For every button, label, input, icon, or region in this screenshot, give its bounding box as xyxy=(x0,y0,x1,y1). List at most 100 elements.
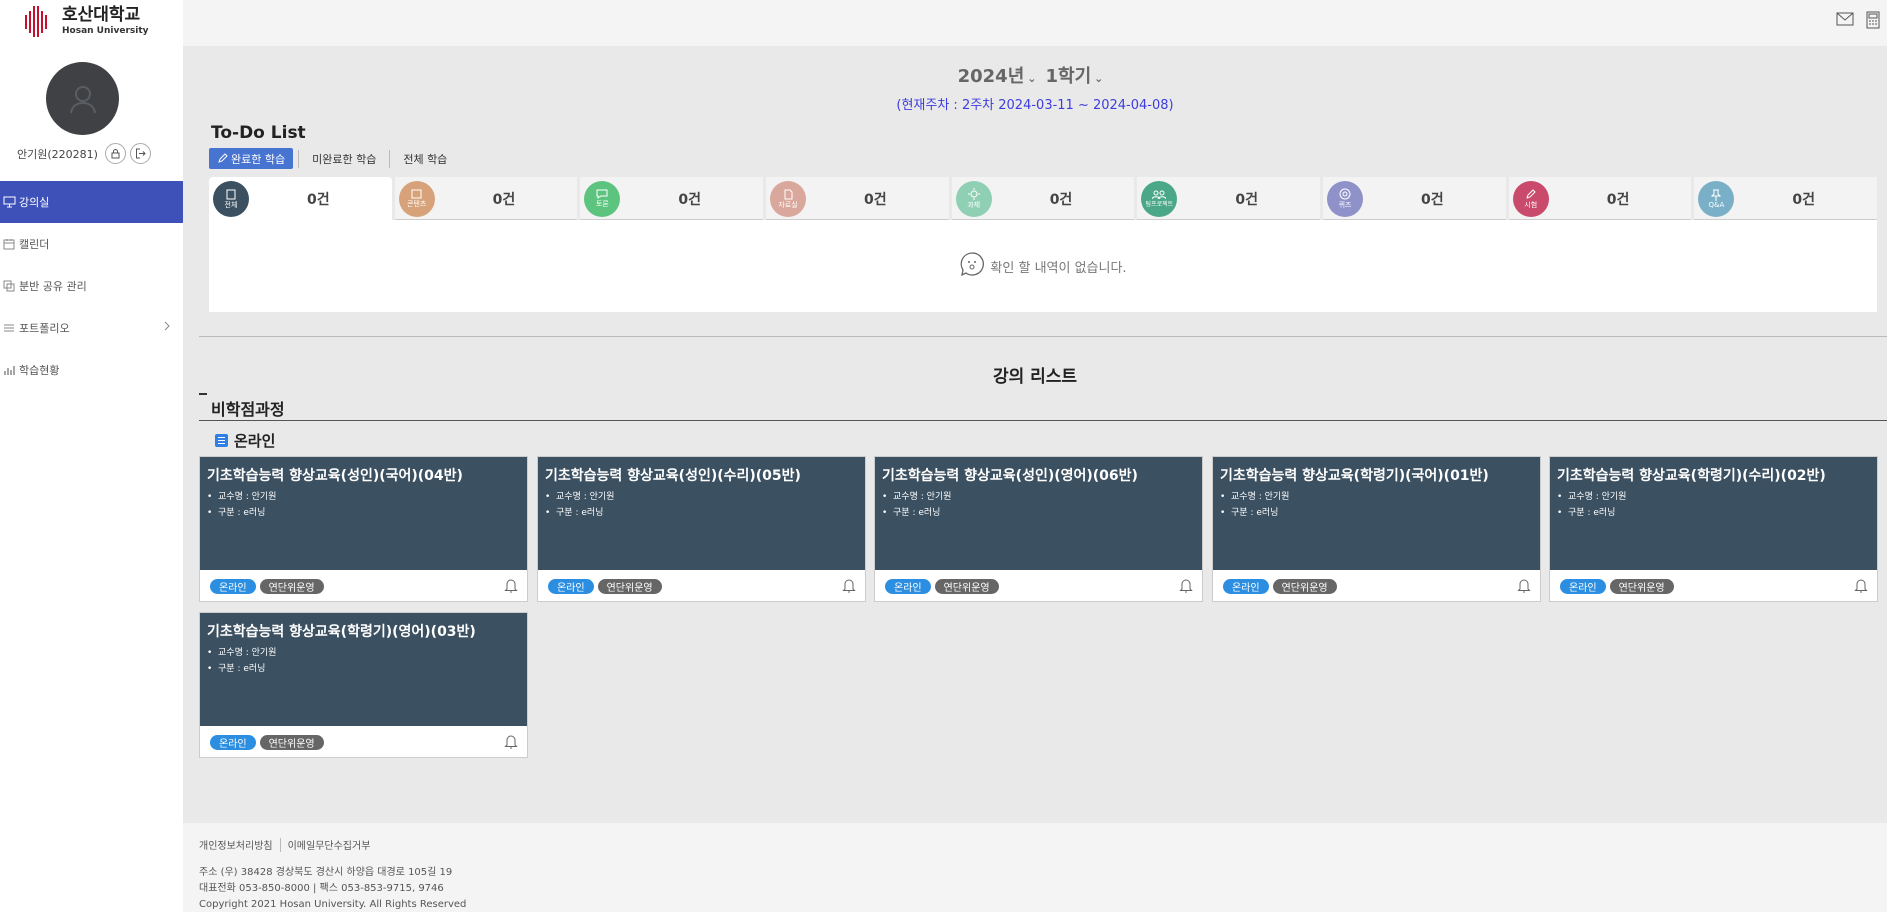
divider xyxy=(298,149,300,168)
privacy-policy-link[interactable]: 개인정보처리방침 xyxy=(199,837,273,852)
assignment-icon: 과제 xyxy=(955,181,992,217)
online-badge: 온라인 xyxy=(885,579,931,594)
operation-badge: 연단위운영 xyxy=(1609,579,1674,594)
course-title[interactable]: 기초학습능력 향상교육(학령기)(영어)(03반) xyxy=(207,621,520,641)
online-badge: 온라인 xyxy=(210,735,256,750)
team-icon: 팀프로젝트 xyxy=(1141,181,1178,217)
footer: 개인정보처리방침 이메일무단수집거부 주소 (우) 38428 경상북도 경산시… xyxy=(183,823,1887,912)
discussion-icon: 토론 xyxy=(584,181,621,217)
footer-address: 주소 (우) 38428 경상북도 경산시 하양읍 대경로 105길 19 xyxy=(199,867,453,878)
chevron-right-icon[interactable] xyxy=(163,321,171,334)
course-type: • 구분 : e러닝 xyxy=(1220,508,1279,518)
course-type: • 구분 : e러닝 xyxy=(545,508,604,518)
mail-icon[interactable] xyxy=(1836,12,1854,29)
pin-icon: Q&A xyxy=(1698,181,1735,217)
content-icon: 콘텐츠 xyxy=(398,181,435,217)
current-week: (현재주차 : 2주차 2024-03-11 ~ 2024-04-08) xyxy=(896,98,1174,113)
todo-title: To-Do List xyxy=(211,123,306,143)
course-title[interactable]: 기초학습능력 향상교육(학령기)(수리)(02반) xyxy=(1557,465,1870,485)
course-title[interactable]: 기초학습능력 향상교육(성인)(국어)(04반) xyxy=(207,465,520,485)
folder-icon: 자료실 xyxy=(770,181,807,217)
lock-button[interactable] xyxy=(104,143,126,164)
lecture-list-title: 강의 리스트 xyxy=(992,367,1078,387)
course-title[interactable]: 기초학습능력 향상교육(성인)(수리)(05반) xyxy=(545,465,858,485)
bar-chart-icon xyxy=(2,363,16,377)
user-silhouette-icon xyxy=(69,85,96,113)
tab-team-project[interactable]: 팀프로젝트 0건 xyxy=(1137,177,1321,220)
operation-badge: 연단위운영 xyxy=(259,579,324,594)
nav-item-portfolio[interactable]: 포트폴리오 xyxy=(0,307,183,349)
divider xyxy=(199,336,1887,337)
course-title[interactable]: 기초학습능력 향상교육(성인)(영어)(06반) xyxy=(882,465,1195,485)
tab-exam[interactable]: 시험 0건 xyxy=(1508,177,1692,220)
bell-icon[interactable] xyxy=(1854,578,1868,596)
side-nav: 강의실 캘린더 분반 공유 관리 포트폴리오 학습현황 xyxy=(0,181,183,391)
tab-quiz[interactable]: 퀴즈 0건 xyxy=(1323,177,1506,220)
online-badge: 온라인 xyxy=(210,579,256,594)
category-count: 0건 xyxy=(1235,192,1258,208)
bell-icon[interactable] xyxy=(504,734,518,752)
quiz-icon: 퀴즈 xyxy=(1327,181,1364,217)
nav-item-classroom[interactable]: 강의실 xyxy=(0,181,183,223)
online-badge: 온라인 xyxy=(1223,579,1269,594)
year-select[interactable]: 2024년 xyxy=(958,66,1025,87)
nav-item-share[interactable]: 분반 공유 관리 xyxy=(0,265,183,307)
university-logo[interactable]: 호산대학교 Hosan University xyxy=(25,6,149,37)
divider xyxy=(279,837,281,852)
nav-item-label: 포트폴리오 xyxy=(19,322,70,335)
filter-all[interactable]: 전체 학습 xyxy=(395,148,455,169)
section-marker xyxy=(199,393,207,395)
chevron-down-icon[interactable]: ⌄ xyxy=(1094,72,1103,85)
tab-qna[interactable]: Q&A 0건 xyxy=(1694,177,1878,220)
user-name: 안기원(220281) xyxy=(17,147,98,161)
divider xyxy=(199,420,1887,421)
course-professor: • 교수명 : 안기원 xyxy=(1557,492,1627,502)
category-count: 0건 xyxy=(678,192,701,208)
course-card[interactable]: 기초학습능력 향상교육(학령기)(수리)(02반) • 교수명 : 안기원 • 구… xyxy=(1549,456,1878,602)
chevron-down-icon[interactable]: ⌄ xyxy=(1027,72,1036,85)
bell-icon[interactable] xyxy=(1517,578,1531,596)
course-type: • 구분 : e러닝 xyxy=(207,508,266,518)
logo-name-en: Hosan University xyxy=(62,26,149,36)
tab-assignment[interactable]: 과제 0건 xyxy=(951,177,1135,220)
share-icon xyxy=(2,279,16,293)
tab-all[interactable]: 전체 0건 xyxy=(209,177,392,220)
tab-archive[interactable]: 자료실 0건 xyxy=(766,177,949,220)
bell-icon[interactable] xyxy=(504,578,518,596)
course-card[interactable]: 기초학습능력 향상교육(성인)(국어)(04반) • 교수명 : 안기원 • 구분… xyxy=(199,456,528,602)
logo-mark-icon xyxy=(25,6,54,37)
empty-message: 확인 할 내역이 없습니다. xyxy=(990,260,1127,276)
user-info: 안기원(220281) xyxy=(17,143,151,164)
email-refusal-link[interactable]: 이메일무단수집거부 xyxy=(288,837,371,852)
category-count: 0건 xyxy=(1049,192,1073,208)
logout-icon xyxy=(135,148,146,159)
course-card[interactable]: 기초학습능력 향상교육(성인)(수리)(05반) • 교수명 : 안기원 • 구분… xyxy=(537,456,866,602)
speech-bubble-icon xyxy=(959,251,985,281)
track-heading: 비학점과정 xyxy=(211,400,285,419)
course-card[interactable]: 기초학습능력 향상교육(학령기)(영어)(03반) • 교수명 : 안기원 • 구… xyxy=(199,612,528,758)
nav-item-calendar[interactable]: 캘린더 xyxy=(0,223,183,265)
operation-badge: 연단위운영 xyxy=(597,579,662,594)
tab-content[interactable]: 콘텐츠 0건 xyxy=(394,177,578,220)
todo-category-tabs: 전체 0건 콘텐츠 0건 토론 0건 자료실 0건 과제 0건 팀프로젝트 0건… xyxy=(209,177,1878,220)
course-card[interactable]: 기초학습능력 향상교육(학령기)(국어)(01반) • 교수명 : 안기원 • 구… xyxy=(1212,456,1541,602)
footer-phone: 대표전화 053-850-8000 | 팩스 053-853-9715, 974… xyxy=(199,883,444,894)
list-icon xyxy=(2,321,16,335)
filter-completed[interactable]: 완료한 학습 xyxy=(209,148,294,169)
logout-button[interactable] xyxy=(129,143,151,164)
nav-item-learning-status[interactable]: 학습현황 xyxy=(0,349,183,391)
semester-select[interactable]: 1학기 xyxy=(1046,66,1092,87)
sidebar: 호산대학교 Hosan University 안기원(220281) 강의실 캘… xyxy=(0,0,183,912)
operation-badge: 연단위운영 xyxy=(1272,579,1337,594)
course-title[interactable]: 기초학습능력 향상교육(학령기)(국어)(01반) xyxy=(1220,465,1533,485)
bell-icon[interactable] xyxy=(842,578,856,596)
tab-discussion[interactable]: 토론 0건 xyxy=(580,177,764,220)
calculator-icon[interactable] xyxy=(1866,11,1880,32)
list-icon xyxy=(215,434,228,447)
online-badge: 온라인 xyxy=(548,579,594,594)
course-card[interactable]: 기초학습능력 향상교육(성인)(영어)(06반) • 교수명 : 안기원 • 구분… xyxy=(874,456,1203,602)
filter-incomplete[interactable]: 미완료한 학습 xyxy=(304,148,384,169)
bell-icon[interactable] xyxy=(1179,578,1193,596)
avatar[interactable] xyxy=(46,62,119,135)
todo-filters: 완료한 학습 미완료한 학습 전체 학습 xyxy=(209,148,455,169)
